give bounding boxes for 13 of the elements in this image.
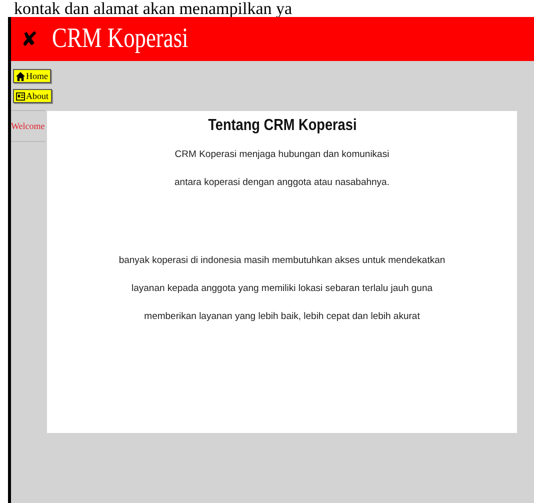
paragraph-text: layanan kepada anggota yang memiliki lokasi sebaran terlalu jauh guna xyxy=(131,283,433,294)
home-button[interactable]: Home xyxy=(13,69,51,83)
paragraph-text: banyak koperasi di indonesia masih membutuhkan akses untuk mendekatkan xyxy=(118,255,446,266)
about-button[interactable]: About xyxy=(13,89,52,103)
close-icon[interactable]: ✘ xyxy=(21,27,38,51)
card-icon xyxy=(16,92,25,100)
paragraph-text: memberikan layanan yang lebih baik, lebih cepat dan lebih akurat xyxy=(144,311,420,322)
paragraph-text: CRM Koperasi menjaga hubungan dan komunikasi xyxy=(174,149,390,160)
page-heading: Tentang CRM Koperasi xyxy=(208,117,356,135)
document-text: kontak dan alamat akan menampilkan ya xyxy=(13,0,294,17)
home-icon xyxy=(16,72,25,80)
app-title: CRM Koperasi xyxy=(52,23,188,55)
paragraph-text: antara koperasi dengan anggota atau nasabahnya. xyxy=(174,177,390,188)
